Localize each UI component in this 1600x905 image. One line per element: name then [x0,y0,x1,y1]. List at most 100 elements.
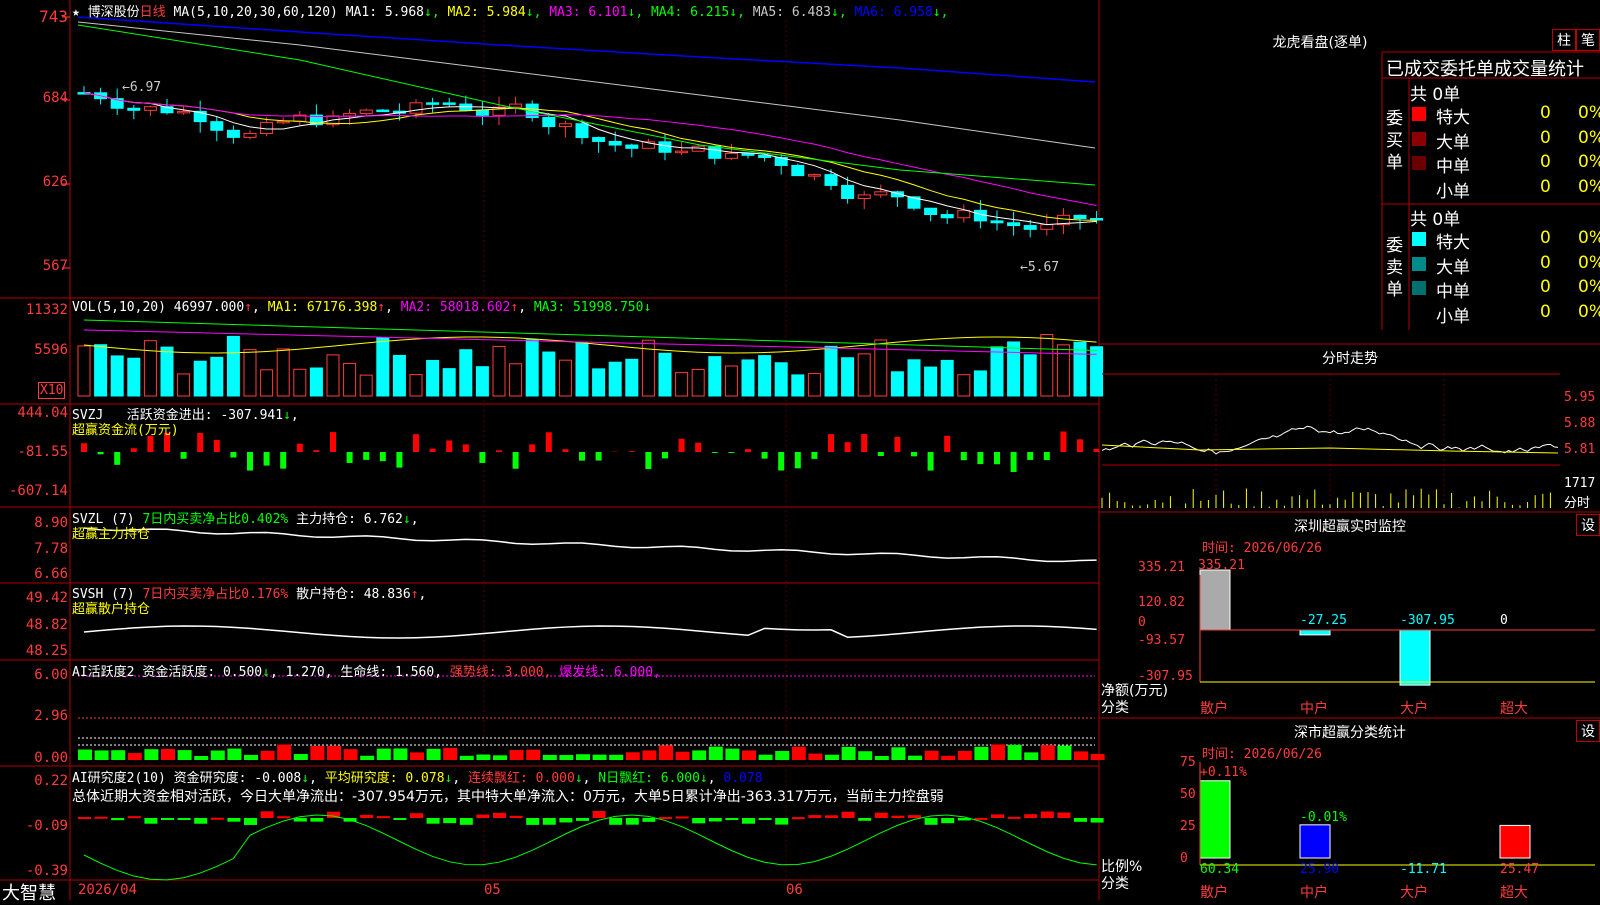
ma-params: MA(5,10,20,30,60,120) [174,5,338,20]
classify-value-3: 25.47 [1500,862,1539,877]
longhu-title: 龙虎看盘(逐单) [1100,32,1540,52]
buy-swatch-2 [1412,132,1426,146]
svzj-bar-28 [546,432,552,452]
classify-time: 时间: 2026/06/26 [1202,743,1322,762]
candle-body-47 [858,195,870,199]
ai-active-bar-35 [659,745,673,760]
ai-research-bar-57 [1024,814,1037,818]
ai-strong-line: 强势线: 3.000, [450,665,552,680]
svzj-bar-58 [1044,452,1050,460]
vol-bar-42 [775,363,787,396]
vol-bar-48 [875,340,887,396]
ai-active-bar-41 [759,755,773,760]
ai-research-axis-1: 0.22 [0,773,68,789]
sell-pct-1: 0% [1578,228,1600,248]
ma-values: MA1: 5.968↓, MA2: 5.984↓, MA3: 6.101↓, M… [346,5,949,20]
vol-ma2: 58018.602 [440,300,510,315]
stock-name[interactable]: 博深股份 [88,5,140,20]
brand-logo[interactable]: 大智慧 [2,879,56,905]
vol-bar-58 [1041,335,1053,396]
sell-name-2: 大单 [1436,253,1470,278]
ai-active-bar-12 [277,744,291,760]
sell-name-1: 特大 [1436,228,1470,253]
longhu-subtitle: 已成交委托单成交量统计 [1386,55,1584,81]
ai-active-bar-24 [476,755,490,760]
ma-value-4: MA4: 6.215 [643,5,729,20]
ai-research-summary: 总体近期大资金相对活跃，今日大单净流出：-307.954万元，其中特大单净流入：… [72,786,944,806]
sell-count-3: 0 [1540,277,1551,297]
buy-pct-1: 0% [1578,103,1600,123]
ai-active-bar-14 [310,746,324,760]
sell-count-1: 0 [1540,228,1551,248]
ai-research-title: AI研究度2(10) [72,771,166,786]
classify-axis-1: 50 [1180,787,1196,802]
vol-bar-51 [925,367,937,396]
vol-bar-30 [576,343,588,396]
date-start: 2026/04 [78,882,137,898]
svzj-bar-19 [396,452,402,468]
vol-bar-40 [742,360,754,396]
classify-bar-0 [1200,781,1230,858]
classify-axis-2: 25 [1180,819,1196,834]
ai-research-bar-10 [244,818,257,825]
buy-count-4: 0 [1540,177,1551,197]
ai-active-bar-42 [775,751,789,760]
svzl-line [84,528,1097,561]
svzj-bar-52 [944,436,950,452]
buy-name-4: 小单 [1436,177,1470,202]
vol-bar-59 [1057,345,1069,396]
ai-active-axis-3: 0.00 [0,750,68,766]
ai-active-title: AI活跃度2 [72,665,134,680]
ai-active-v2: 1.270, [286,665,333,680]
candle-body-31 [593,138,605,142]
intraday-time-label: 分时 [1564,492,1590,511]
ai-research-bar-1 [95,817,108,819]
ai-active-bar-25 [493,755,507,760]
vol-value: 46997.000 [174,300,244,315]
svzl-holding: 主力持仓: 6.762 [296,512,403,527]
ma-line-3 [84,93,1097,206]
svzj-bar-16 [347,452,353,463]
tick-mode-button[interactable]: 笔 [1576,29,1600,51]
svzj-axis-1: 444.04 [0,405,68,421]
classify-value-2: -11.71 [1400,862,1447,877]
candle-body-18 [377,110,389,112]
vol-bar-2 [111,356,123,396]
ai-active-bar-23 [460,756,474,760]
ai-active-bar-6 [178,750,192,760]
ai-active-bar-57 [1024,752,1038,760]
ai-research-bar-5 [161,818,174,820]
vol-header: VOL(5,10,20) 46997.000↑, MA1: 67176.398↑… [72,300,651,315]
monitor-settings-button[interactable]: 设 [1576,514,1600,536]
ai-active-bar-30 [576,754,590,760]
ai-active-bar-60 [1074,751,1088,760]
svzj-bar-25 [496,450,502,452]
svzj-bar-35 [662,452,668,458]
ai-research-bar-33 [626,818,639,825]
candle-body-35 [659,142,671,152]
ai-active-value: 资金活跃度: 0.500 [142,665,262,680]
period-label[interactable]: 日线 [140,5,166,20]
svzj-bar-56 [1011,452,1017,472]
price-axis-1: 743 [0,7,68,26]
vol-unit-badge[interactable]: X10 [38,382,65,399]
bar-mode-button[interactable]: 柱 [1552,29,1576,51]
candle-body-6 [178,111,190,113]
svzj-bar-17 [363,452,369,460]
ai-research-bar-42 [775,818,788,825]
classify-cat-1: 中户 [1300,882,1328,902]
classify-settings-button[interactable]: 设 [1576,720,1600,742]
vol-bar-38 [709,357,721,396]
candle-body-44 [808,175,820,177]
ai-research-bar-56 [1008,817,1021,819]
candle-body-24 [476,110,488,115]
vol-bar-1 [95,345,107,396]
sell-orders-label: 委卖单 [1386,235,1406,301]
svzj-bar-18 [380,452,386,461]
svsh-axis-3: 48.25 [0,643,68,659]
sell-count-2: 0 [1540,253,1551,273]
vol-bar-11 [261,370,273,396]
ai-research-bar-51 [925,818,938,825]
vol-bar-54 [974,371,986,396]
ai-research-bar-13 [294,818,307,822]
